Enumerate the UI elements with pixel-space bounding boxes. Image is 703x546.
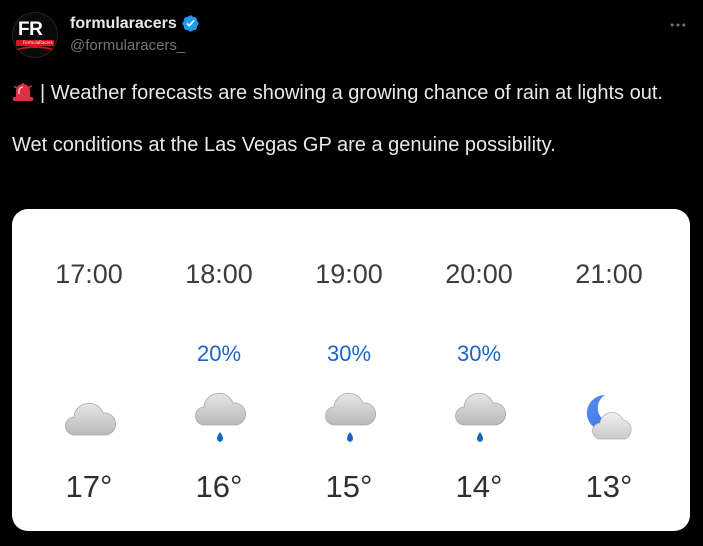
forecast-image[interactable]: 17:00 17° 18:00 20% 16° 19:00 30% 15° 20… — [12, 209, 690, 531]
tweet-line-2: Wet conditions at the Las Vegas GP are a… — [12, 134, 556, 156]
forecast-time: 17:00 — [55, 259, 123, 289]
forecast-hour: 19:00 30% 15° — [284, 209, 414, 531]
forecast-hour: 18:00 20% 16° — [154, 209, 284, 531]
cloud-rain-icon — [449, 389, 509, 449]
tweet-line-1: | Weather forecasts are showing a growin… — [40, 82, 663, 104]
forecast-temperature: 14° — [455, 469, 503, 504]
forecast-time: 20:00 — [445, 259, 513, 289]
avatar[interactable]: FR FormulaRacers — [12, 12, 58, 58]
forecast-hour: 21:00 13° — [544, 209, 674, 531]
verified-badge-icon[interactable] — [181, 14, 200, 33]
forecast-temperature: 16° — [195, 469, 243, 504]
forecast-hour: 20:00 30% 14° — [414, 209, 544, 531]
forecast-precip-chance: 20% — [196, 341, 242, 366]
display-name-row: formularacers — [70, 14, 200, 33]
cloud-icon — [59, 389, 119, 449]
forecast-time: 19:00 — [315, 259, 383, 289]
display-name[interactable]: formularacers — [70, 15, 177, 33]
forecast-time: 21:00 — [575, 259, 643, 289]
forecast-hour: 17:00 17° — [24, 209, 154, 531]
forecast-precip-chance: 30% — [456, 341, 502, 366]
tweet-header: FR FormulaRacers formularacers @formular… — [12, 12, 200, 58]
forecast-temperature: 17° — [65, 469, 113, 504]
forecast-precip-chance: 30% — [326, 341, 372, 366]
author-names: formularacers @formularacers_ — [70, 14, 200, 54]
avatar-logo-text: FR — [18, 19, 43, 40]
handle[interactable]: @formularacers_ — [70, 37, 200, 54]
tweet-text: | Weather forecasts are showing a growin… — [12, 80, 672, 158]
forecast-temperature: 15° — [325, 469, 373, 504]
avatar-swoosh — [12, 46, 58, 58]
more-options-icon[interactable] — [667, 14, 689, 36]
tweet: FR FormulaRacers formularacers @formular… — [0, 0, 703, 546]
cloud-rain-icon — [319, 389, 379, 449]
forecast-temperature: 13° — [585, 469, 633, 504]
forecast-time: 18:00 — [185, 259, 253, 289]
moon-cloud-icon — [579, 389, 639, 449]
siren-icon — [12, 82, 34, 102]
tweet-paragraph-1: | Weather forecasts are showing a growin… — [12, 80, 672, 106]
cloud-rain-icon — [189, 389, 249, 449]
